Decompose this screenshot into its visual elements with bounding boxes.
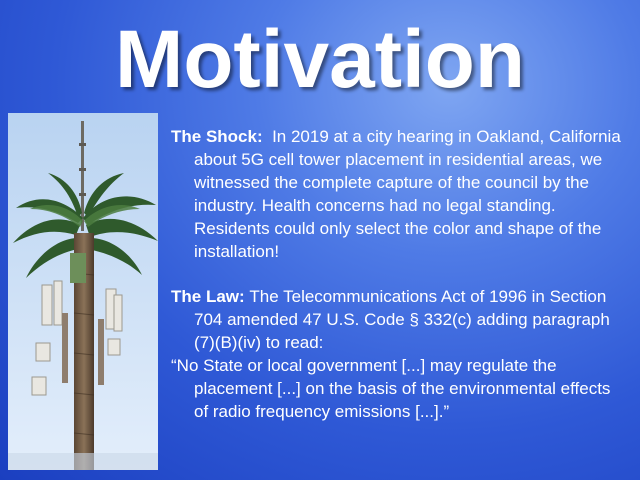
slide-body: The Shock: In 2019 at a city hearing in … xyxy=(171,125,629,423)
law-heading: The Law: xyxy=(171,287,245,306)
law-quote: “No State or local government [...] may … xyxy=(171,356,611,421)
law-text: The Telecommunications Act of 1996 in Se… xyxy=(194,287,610,352)
law-paragraph: The Law: The Telecommunications Act of 1… xyxy=(171,285,629,354)
cell-tower-photo xyxy=(8,113,158,470)
slide-title: Motivation xyxy=(115,14,525,105)
shock-text: In 2019 at a city hearing in Oakland, Ca… xyxy=(194,127,621,261)
shock-paragraph: The Shock: In 2019 at a city hearing in … xyxy=(171,125,629,263)
shock-heading: The Shock: xyxy=(171,127,263,146)
